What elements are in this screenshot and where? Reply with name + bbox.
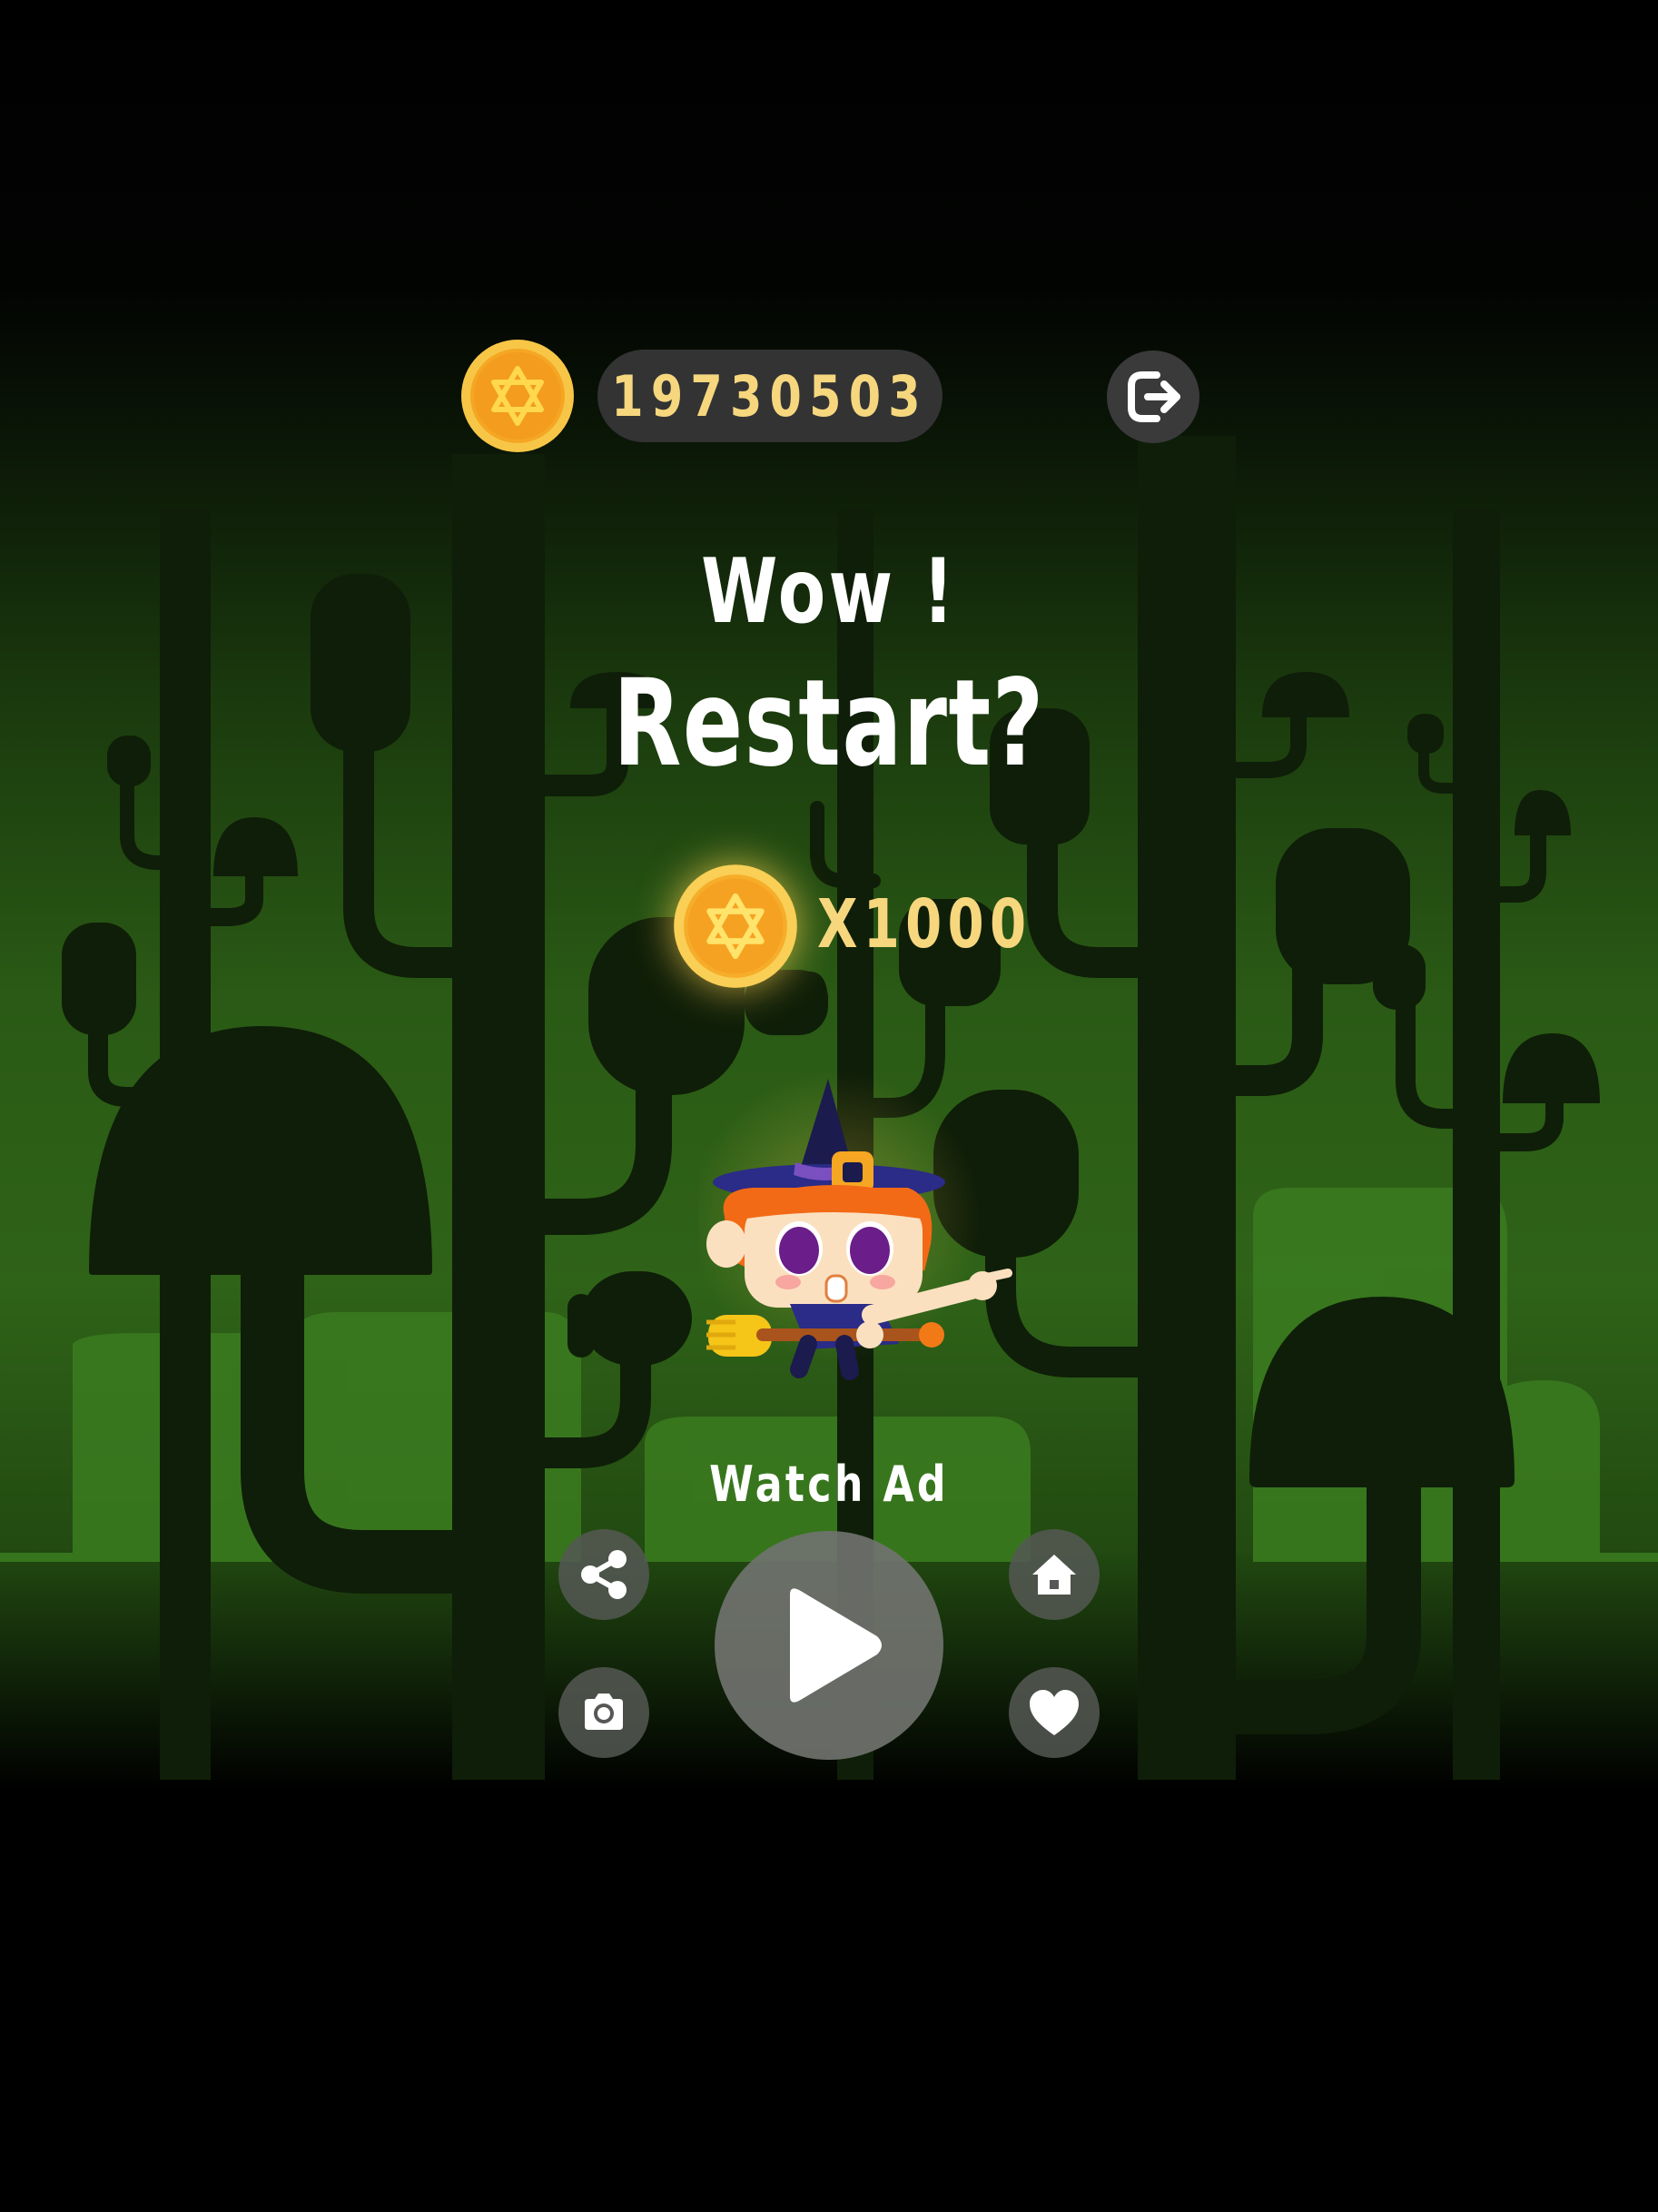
camera-icon (585, 1694, 623, 1730)
reward-coin-icon (672, 863, 799, 990)
heart-icon (1030, 1690, 1079, 1735)
share-button[interactable] (558, 1529, 649, 1620)
screenshot-button[interactable] (558, 1667, 649, 1758)
coin-score-display: 19730503 (597, 350, 942, 442)
share-icon (581, 1550, 627, 1599)
home-button[interactable] (1009, 1529, 1100, 1620)
witch-on-broom-icon (690, 1071, 1012, 1380)
exit-button[interactable] (1107, 351, 1199, 443)
game-screen: 19730503 Wow ! Restart? X1000 Watch Ad (0, 0, 1658, 2212)
play-watch-ad-button[interactable] (715, 1531, 943, 1760)
play-icon (790, 1588, 882, 1703)
witch-character (690, 1071, 1017, 1380)
headline-restart: Restart? (613, 654, 1045, 794)
coin-balance-icon (459, 338, 576, 454)
star-of-david-coin-icon (461, 340, 574, 452)
watch-ad-label: Watch Ad (709, 1456, 949, 1513)
reward-amount: X1000 (817, 885, 1032, 963)
headline-wow: Wow ! (701, 540, 957, 644)
coin-score-value: 19730503 (611, 362, 929, 430)
exit-icon (1128, 371, 1180, 422)
star-of-david-coin-icon (674, 864, 797, 988)
like-button[interactable] (1009, 1667, 1100, 1758)
home-icon (1032, 1555, 1076, 1595)
